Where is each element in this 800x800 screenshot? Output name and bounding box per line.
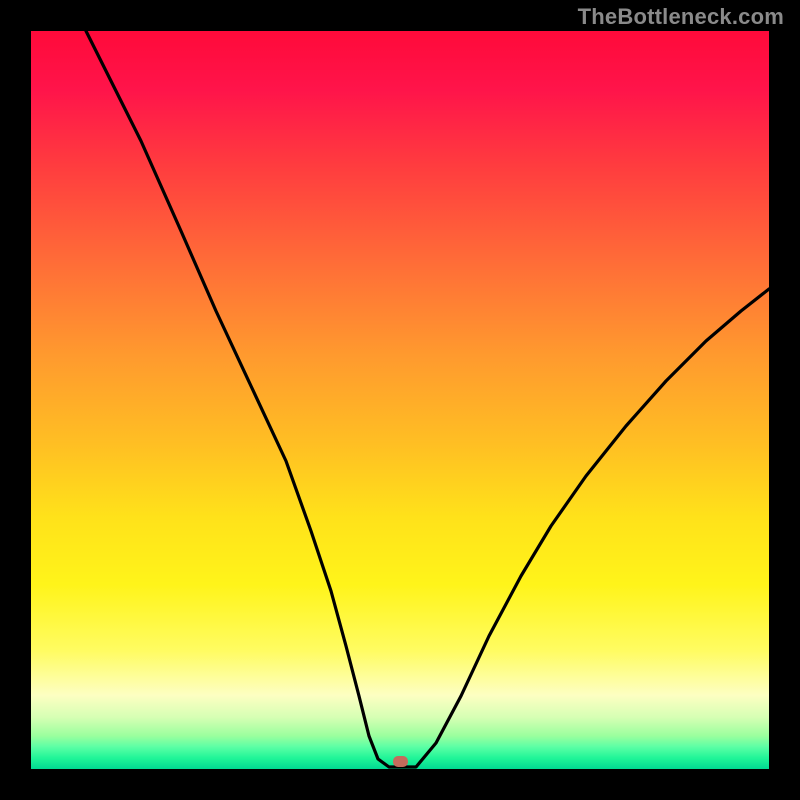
curve-path: [86, 31, 769, 767]
chart-frame: TheBottleneck.com: [0, 0, 800, 800]
plot-area: [31, 31, 769, 769]
bottleneck-curve: [31, 31, 769, 769]
watermark-text: TheBottleneck.com: [578, 4, 784, 30]
optimal-point-marker: [393, 756, 408, 767]
